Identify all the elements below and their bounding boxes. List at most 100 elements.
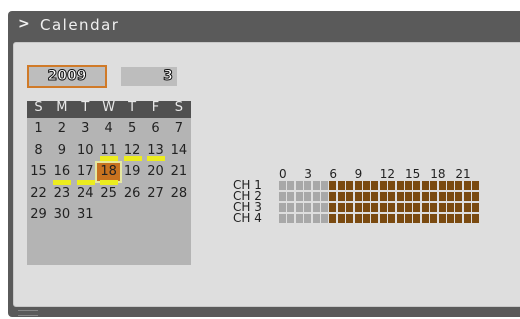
recorded-hour-cell[interactable] bbox=[371, 181, 379, 190]
calendar-day[interactable]: 7 bbox=[167, 120, 190, 138]
empty-hour-cell[interactable] bbox=[295, 214, 303, 223]
recorded-hour-cell[interactable] bbox=[447, 181, 454, 190]
recorded-hour-cell[interactable] bbox=[447, 214, 454, 223]
recorded-hour-cell[interactable] bbox=[354, 181, 362, 190]
empty-hour-cell[interactable] bbox=[312, 181, 320, 190]
empty-hour-cell[interactable] bbox=[312, 203, 320, 212]
selected-day[interactable]: 18 bbox=[95, 161, 123, 183]
recorded-hour-cell[interactable] bbox=[346, 192, 354, 201]
calendar-day[interactable]: 21 bbox=[167, 163, 190, 181]
recorded-hour-cell[interactable] bbox=[447, 203, 454, 212]
recorded-hour-cell[interactable] bbox=[438, 192, 446, 201]
empty-hour-cell[interactable] bbox=[321, 192, 328, 201]
recorded-hour-cell[interactable] bbox=[363, 203, 370, 212]
calendar-day[interactable]: 6 bbox=[144, 120, 167, 138]
recorded-hour-cell[interactable] bbox=[472, 192, 480, 201]
recorded-hour-cell[interactable] bbox=[430, 192, 438, 201]
recorded-hour-cell[interactable] bbox=[455, 192, 463, 201]
recorded-hour-cell[interactable] bbox=[472, 181, 480, 190]
empty-hour-cell[interactable] bbox=[304, 192, 312, 201]
recorded-hour-cell[interactable] bbox=[463, 192, 471, 201]
resize-grip-icon[interactable] bbox=[18, 310, 38, 316]
empty-hour-cell[interactable] bbox=[295, 203, 303, 212]
recorded-hour-cell[interactable] bbox=[396, 203, 404, 212]
empty-hour-cell[interactable] bbox=[312, 214, 320, 223]
empty-hour-cell[interactable] bbox=[279, 181, 286, 190]
recorded-hour-cell[interactable] bbox=[463, 214, 471, 223]
recorded-hour-cell[interactable] bbox=[396, 181, 404, 190]
recorded-hour-cell[interactable] bbox=[405, 181, 412, 190]
year-field[interactable]: 2009 bbox=[27, 65, 107, 88]
empty-hour-cell[interactable] bbox=[295, 181, 303, 190]
recorded-hour-cell[interactable] bbox=[371, 203, 379, 212]
calendar-day[interactable]: 8 bbox=[27, 142, 50, 160]
calendar-day[interactable]: 10 bbox=[74, 142, 97, 160]
calendar-day[interactable]: 25 bbox=[97, 185, 120, 203]
recorded-hour-cell[interactable] bbox=[337, 181, 345, 190]
recorded-hour-cell[interactable] bbox=[379, 181, 387, 190]
calendar-day[interactable]: 17 bbox=[74, 163, 97, 181]
recorded-hour-cell[interactable] bbox=[329, 214, 337, 223]
empty-hour-cell[interactable] bbox=[279, 203, 286, 212]
calendar-day[interactable]: 1 bbox=[27, 120, 50, 138]
calendar-day[interactable]: 19 bbox=[121, 163, 144, 181]
recorded-hour-cell[interactable] bbox=[354, 203, 362, 212]
recorded-hour-cell[interactable] bbox=[438, 214, 446, 223]
empty-hour-cell[interactable] bbox=[304, 214, 312, 223]
recorded-hour-cell[interactable] bbox=[430, 203, 438, 212]
recorded-hour-cell[interactable] bbox=[421, 214, 429, 223]
recorded-hour-cell[interactable] bbox=[388, 192, 396, 201]
recorded-hour-cell[interactable] bbox=[455, 181, 463, 190]
recorded-hour-cell[interactable] bbox=[455, 203, 463, 212]
recorded-hour-cell[interactable] bbox=[447, 192, 454, 201]
recorded-hour-cell[interactable] bbox=[463, 203, 471, 212]
calendar-day[interactable]: 26 bbox=[121, 185, 144, 203]
recorded-hour-cell[interactable] bbox=[413, 181, 421, 190]
calendar-day[interactable]: 2 bbox=[50, 120, 73, 138]
calendar-day[interactable]: 22 bbox=[27, 185, 50, 203]
empty-hour-cell[interactable] bbox=[321, 203, 328, 212]
empty-hour-cell[interactable] bbox=[279, 192, 286, 201]
recorded-hour-cell[interactable] bbox=[329, 181, 337, 190]
recorded-hour-cell[interactable] bbox=[421, 181, 429, 190]
recorded-hour-cell[interactable] bbox=[388, 214, 396, 223]
empty-hour-cell[interactable] bbox=[287, 192, 295, 201]
recorded-hour-cell[interactable] bbox=[405, 214, 412, 223]
recorded-hour-cell[interactable] bbox=[346, 181, 354, 190]
recorded-hour-cell[interactable] bbox=[337, 192, 345, 201]
recorded-hour-cell[interactable] bbox=[379, 192, 387, 201]
recorded-hour-cell[interactable] bbox=[371, 192, 379, 201]
empty-hour-cell[interactable] bbox=[321, 181, 328, 190]
calendar-day[interactable]: 20 bbox=[144, 163, 167, 181]
recorded-hour-cell[interactable] bbox=[363, 192, 370, 201]
recorded-hour-cell[interactable] bbox=[438, 203, 446, 212]
recorded-hour-cell[interactable] bbox=[405, 203, 412, 212]
recorded-hour-cell[interactable] bbox=[421, 203, 429, 212]
calendar-day[interactable]: 3 bbox=[74, 120, 97, 138]
empty-hour-cell[interactable] bbox=[304, 181, 312, 190]
recorded-hour-cell[interactable] bbox=[337, 203, 345, 212]
calendar-day[interactable]: 14 bbox=[167, 142, 190, 160]
recorded-hour-cell[interactable] bbox=[346, 214, 354, 223]
recorded-hour-cell[interactable] bbox=[363, 181, 370, 190]
recorded-hour-cell[interactable] bbox=[354, 192, 362, 201]
calendar-day[interactable]: 16 bbox=[50, 163, 73, 181]
empty-hour-cell[interactable] bbox=[321, 214, 328, 223]
calendar-day[interactable]: 23 bbox=[50, 185, 73, 203]
calendar-day[interactable]: 9 bbox=[50, 142, 73, 160]
recorded-hour-cell[interactable] bbox=[363, 214, 370, 223]
recorded-hour-cell[interactable] bbox=[405, 192, 412, 201]
recorded-hour-cell[interactable] bbox=[472, 203, 480, 212]
empty-hour-cell[interactable] bbox=[287, 181, 295, 190]
recorded-hour-cell[interactable] bbox=[430, 181, 438, 190]
recorded-hour-cell[interactable] bbox=[396, 214, 404, 223]
recorded-hour-cell[interactable] bbox=[421, 192, 429, 201]
recorded-hour-cell[interactable] bbox=[329, 192, 337, 201]
calendar-day[interactable]: 31 bbox=[74, 206, 97, 224]
calendar-day[interactable]: 29 bbox=[27, 206, 50, 224]
recorded-hour-cell[interactable] bbox=[455, 214, 463, 223]
recorded-hour-cell[interactable] bbox=[346, 203, 354, 212]
empty-hour-cell[interactable] bbox=[287, 214, 295, 223]
calendar-day[interactable]: 15 bbox=[27, 163, 50, 181]
recorded-hour-cell[interactable] bbox=[379, 203, 387, 212]
